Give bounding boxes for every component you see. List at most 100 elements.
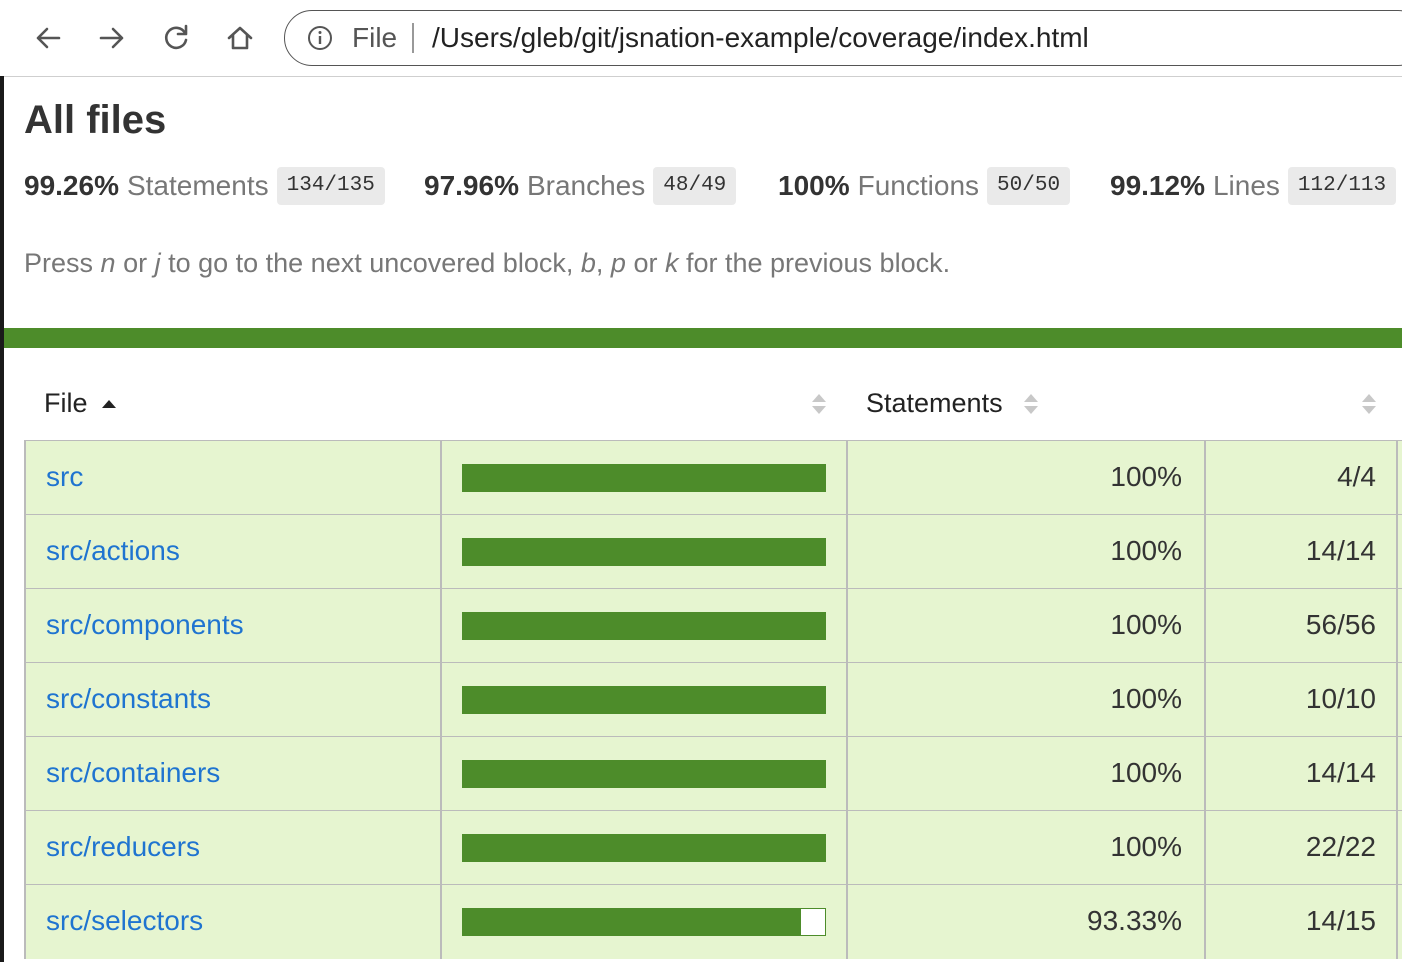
hint-key: b — [580, 248, 596, 278]
hint-text: or — [115, 248, 155, 278]
summary-pct: 99.26% — [24, 170, 119, 201]
statements-pct: 93.33% — [1087, 905, 1182, 936]
summary-fraction: 112/113 — [1287, 167, 1397, 205]
reload-button[interactable] — [156, 18, 196, 58]
file-link[interactable]: src/components — [46, 609, 244, 641]
cell-divider — [846, 589, 848, 663]
file-link[interactable]: src/actions — [46, 535, 180, 567]
cell-divider — [440, 885, 442, 959]
cell-divider — [440, 737, 442, 811]
table-row: src/actions 100% 14/14 — [24, 514, 1402, 589]
statements-fraction: 14/14 — [1305, 757, 1376, 788]
statements-fraction: 14/15 — [1305, 905, 1376, 936]
table-row: src/constants 100% 10/10 — [24, 662, 1402, 737]
statements-fraction: 56/56 — [1305, 609, 1376, 640]
coverage-status-bar — [4, 328, 1402, 348]
summary-statements: 99.26% Statements 134/135 — [24, 166, 385, 206]
cell-divider — [440, 441, 442, 515]
sort-toggle-icon[interactable] — [1022, 392, 1040, 416]
table-row: src/selectors 93.33% 14/15 — [24, 884, 1402, 959]
cell-divider — [1396, 589, 1398, 663]
statements-pct: 100% — [1110, 461, 1182, 492]
cell-divider — [846, 885, 848, 959]
cell-divider — [846, 515, 848, 589]
back-button[interactable] — [28, 18, 68, 58]
summary-label: Functions — [857, 170, 980, 201]
coverage-bar-fill — [463, 909, 801, 935]
cell-divider — [1396, 737, 1398, 811]
file-link[interactable]: src/selectors — [46, 905, 203, 937]
statements-fraction: 14/14 — [1305, 535, 1376, 566]
summary-branches: 97.96% Branches 48/49 — [424, 166, 737, 206]
cell-divider — [24, 515, 26, 589]
summary-fraction: 50/50 — [987, 167, 1071, 205]
cell-divider — [1396, 515, 1398, 589]
cell-divider — [1396, 441, 1398, 515]
column-header-label: File — [44, 388, 88, 418]
summary-functions: 100% Functions 50/50 — [778, 166, 1071, 206]
address-bar[interactable]: File /Users/gleb/git/jsnation-example/co… — [284, 10, 1402, 66]
summary-pct: 97.96% — [424, 170, 519, 201]
table-row: src/reducers 100% 22/22 — [24, 810, 1402, 885]
cell-divider — [440, 663, 442, 737]
cell-divider — [440, 515, 442, 589]
sort-ascending-icon[interactable] — [101, 398, 117, 410]
home-button[interactable] — [220, 18, 260, 58]
cell-divider — [24, 441, 26, 515]
arrow-left-icon — [36, 27, 61, 49]
coverage-bar-fill — [463, 687, 825, 713]
cell-divider — [846, 737, 848, 811]
table-row: src 100% 4/4 — [24, 440, 1402, 515]
cell-divider — [846, 663, 848, 737]
file-link[interactable]: src — [46, 461, 83, 493]
reload-icon — [165, 24, 188, 50]
statements-pct: 100% — [1110, 535, 1182, 566]
statements-fraction: 4/4 — [1337, 461, 1376, 492]
statements-pct: 100% — [1110, 683, 1182, 714]
cell-divider — [24, 885, 26, 959]
cell-divider — [1396, 885, 1398, 959]
hint-key: p — [610, 248, 626, 278]
coverage-bar — [462, 464, 826, 492]
forward-button[interactable] — [92, 18, 132, 58]
address-divider — [412, 23, 414, 53]
summary-pct: 99.12% — [1110, 170, 1205, 201]
statements-fraction: 22/22 — [1305, 831, 1376, 862]
summary-label: Lines — [1212, 170, 1280, 201]
sort-toggle-icon[interactable] — [810, 392, 828, 416]
coverage-bar — [462, 612, 826, 640]
file-link[interactable]: src/containers — [46, 757, 220, 789]
arrow-right-icon — [99, 27, 124, 49]
summary-fraction: 134/135 — [276, 167, 385, 205]
coverage-bar — [462, 760, 826, 788]
file-link[interactable]: src/constants — [46, 683, 211, 715]
coverage-bar-fill — [463, 465, 825, 491]
column-header-statements[interactable]: Statements — [866, 388, 1003, 419]
coverage-bar-fill — [463, 761, 825, 787]
cell-divider — [24, 589, 26, 663]
coverage-bar-fill — [463, 613, 825, 639]
coverage-bar — [462, 908, 826, 936]
cell-divider — [24, 737, 26, 811]
column-header-label: Statements — [866, 388, 1003, 418]
coverage-bar — [462, 538, 826, 566]
page-title: All files — [24, 98, 167, 142]
url-scheme-label: File — [352, 22, 398, 53]
url-text[interactable]: /Users/gleb/git/jsnation-example/coverag… — [432, 22, 1089, 54]
cell-divider — [24, 663, 26, 737]
hint-text: or — [625, 248, 665, 278]
sort-toggle-icon[interactable] — [1360, 392, 1378, 416]
coverage-bar-fill — [463, 835, 825, 861]
window-edge — [0, 76, 4, 962]
file-link[interactable]: src/reducers — [46, 831, 200, 863]
hint-text: to go to the next uncovered block, — [160, 248, 581, 278]
coverage-bar-fill — [463, 539, 825, 565]
table-row: src/containers 100% 14/14 — [24, 736, 1402, 811]
coverage-bar — [462, 834, 826, 862]
info-icon[interactable] — [307, 25, 333, 51]
cell-divider — [440, 589, 442, 663]
browser-toolbar: File /Users/gleb/git/jsnation-example/co… — [0, 0, 1402, 77]
summary-fraction: 48/49 — [653, 167, 737, 205]
column-header-file[interactable]: File — [44, 388, 88, 419]
cell-divider — [846, 441, 848, 515]
